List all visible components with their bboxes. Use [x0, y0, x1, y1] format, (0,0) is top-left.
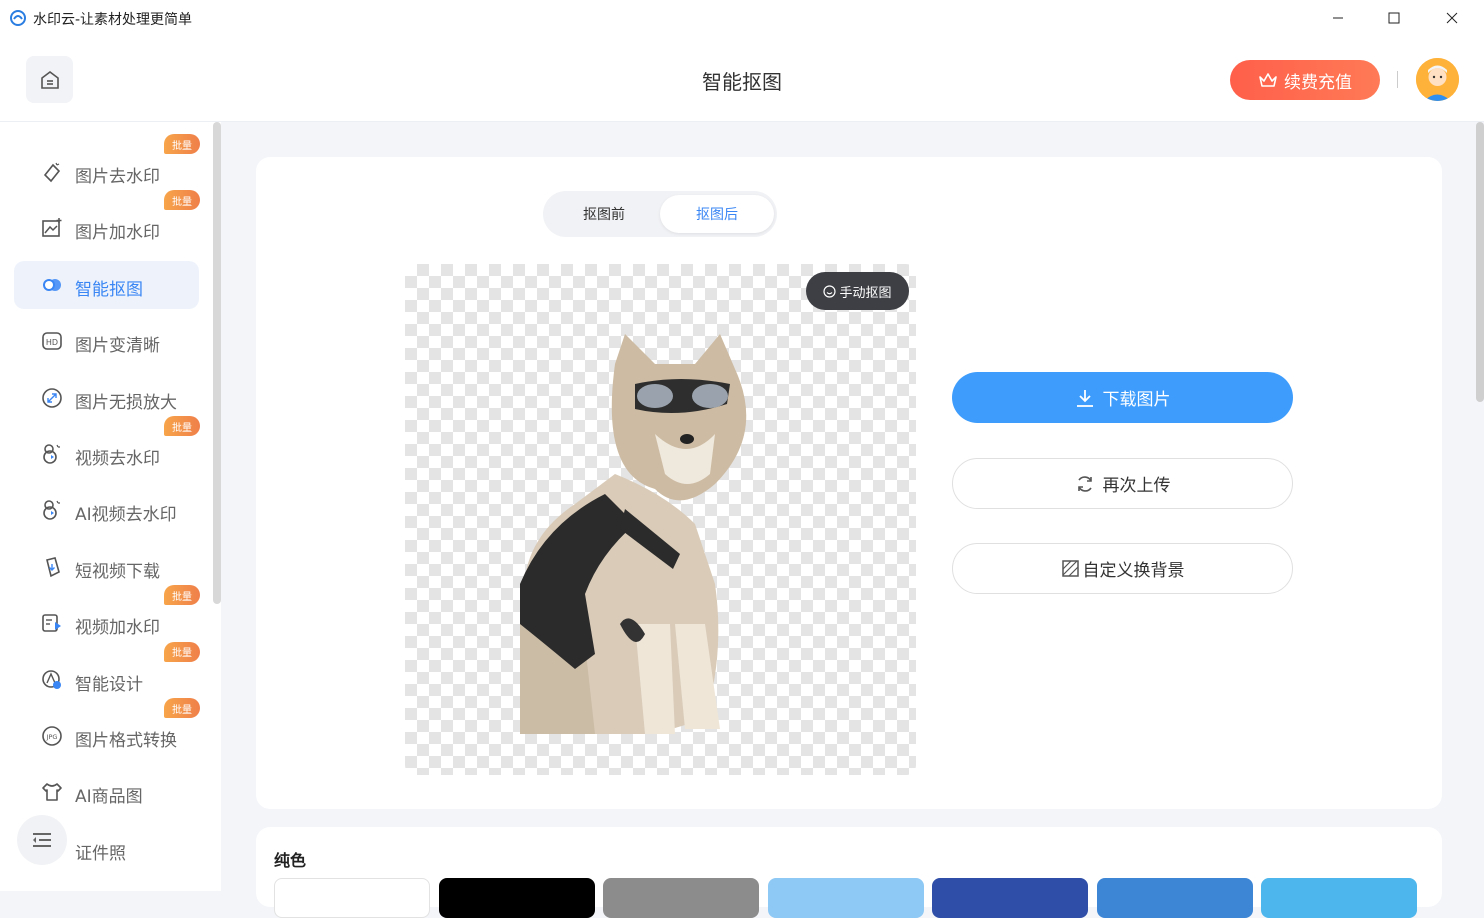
color-swatch[interactable] — [274, 878, 430, 918]
color-swatch[interactable] — [767, 878, 924, 918]
sidebar-item-12[interactable]: AI商品图 — [14, 768, 199, 816]
menu-collapse-icon — [33, 833, 51, 847]
background-edit-icon — [1061, 559, 1079, 577]
ai-video-icon — [43, 500, 60, 521]
sidebar-item-9[interactable]: 视频加水印 批量 — [14, 585, 200, 647]
sidebar-item-label: 短视频下载 — [75, 561, 160, 582]
maximize-button[interactable] — [1366, 0, 1422, 36]
sidebar-item-4[interactable]: HD 图片变清晰 — [14, 317, 199, 365]
download-image-label: 下载图片 — [1102, 390, 1171, 410]
sidebar: 图片去水印 批量 图片加水印 批量 智能抠图 HD 图片变清晰 图片无损放大 视频去水印 批量 AI… — [0, 122, 221, 891]
sidebar-item-11[interactable]: JPG 图片格式转换 批量 — [14, 698, 200, 760]
image-add-icon — [42, 218, 62, 238]
close-icon — [1446, 12, 1458, 24]
download-icon — [1076, 389, 1093, 407]
crown-icon — [1259, 73, 1277, 87]
collapse-sidebar-button[interactable] — [17, 815, 67, 865]
sidebar-item-label: 图片去水印 — [75, 167, 160, 187]
sidebar-item-label: 视频加水印 — [75, 618, 160, 639]
batch-badge: 批量 — [164, 190, 200, 211]
header: 智能抠图 续费充值 — [0, 36, 1484, 122]
maximize-icon — [1388, 12, 1400, 24]
header-divider — [1397, 71, 1398, 88]
sidebar-item-label: 图片加水印 — [75, 223, 160, 244]
hd-icon: HD — [42, 332, 62, 350]
sidebar-item-3[interactable]: 智能抠图 — [14, 260, 199, 309]
custom-background-button[interactable]: 自定义换背景 — [952, 543, 1293, 594]
sidebar-item-label: 智能设计 — [75, 674, 143, 695]
color-swatch[interactable] — [1261, 878, 1417, 918]
avatar[interactable] — [1416, 58, 1459, 101]
batch-badge: 批量 — [164, 585, 200, 606]
svg-text:HD: HD — [46, 338, 58, 347]
reupload-button[interactable]: 再次上传 — [952, 458, 1293, 509]
sidebar-item-label: AI视频去水印 — [75, 505, 177, 526]
reupload-label: 再次上传 — [1102, 476, 1171, 496]
minimize-icon — [1333, 17, 1343, 19]
download-video-icon — [46, 556, 60, 577]
renew-vip-label: 续费充值 — [1284, 72, 1352, 93]
eraser-icon — [43, 162, 61, 183]
manual-cutout-button[interactable]: 手动抠图 — [806, 272, 909, 310]
sidebar-item-label: 图片格式转换 — [75, 731, 177, 751]
refresh-icon — [1077, 475, 1092, 492]
color-swatch[interactable] — [603, 878, 759, 918]
app-logo-icon — [10, 10, 26, 26]
color-swatch[interactable] — [438, 878, 595, 918]
tab-after[interactable]: 抠图后 — [660, 195, 774, 233]
design-icon — [42, 669, 61, 689]
sidebar-item-label: 视频去水印 — [75, 449, 160, 469]
sidebar-item-label: 图片无损放大 — [75, 392, 177, 413]
avatar-icon — [1416, 58, 1459, 101]
sidebar-item-1[interactable]: 图片去水印 批量 — [14, 134, 200, 196]
title-bar: 水印云-让素材处理更简单 — [0, 0, 1484, 36]
smile-icon — [823, 284, 837, 298]
sidebar-item-2[interactable]: 图片加水印 批量 — [14, 190, 200, 252]
color-swatch[interactable] — [932, 878, 1088, 918]
jpg-icon: JPG — [42, 726, 62, 746]
shirt-icon — [42, 783, 62, 802]
sidebar-item-label: 图片变清晰 — [75, 336, 160, 357]
custom-background-label: 自定义换背景 — [1082, 561, 1185, 581]
batch-badge: 批量 — [164, 698, 200, 718]
manual-cutout-label: 手动抠图 — [839, 285, 892, 301]
sidebar-item-8[interactable]: 短视频下载 — [14, 543, 199, 591]
sidebar-item-label: 智能抠图 — [75, 279, 143, 300]
batch-badge: 批量 — [164, 134, 200, 154]
window-title: 水印云-让素材处理更简单 — [33, 12, 193, 28]
minimize-button[interactable] — [1310, 0, 1366, 36]
renew-vip-button[interactable]: 续费充值 — [1230, 60, 1380, 100]
cutout-icon — [43, 278, 61, 291]
before-after-toggle: 抠图前 抠图后 — [543, 191, 777, 237]
close-button[interactable] — [1424, 0, 1480, 36]
video-add-icon — [42, 614, 61, 632]
sidebar-item-label: 证件照 — [75, 843, 126, 864]
sidebar-item-5[interactable]: 图片无损放大 — [14, 374, 199, 422]
sidebar-item-10[interactable]: 智能设计 批量 — [14, 641, 200, 704]
sidebar-item-6[interactable]: 视频去水印 批量 — [14, 416, 200, 478]
batch-badge: 批量 — [164, 641, 200, 662]
download-image-button[interactable]: 下载图片 — [952, 372, 1293, 423]
cutout-panel: 抠图前 抠图后 手动抠图 下载图片 再次上传 自定义换背景 — [256, 157, 1442, 809]
sidebar-item-label: AI商品图 — [75, 787, 143, 808]
expand-icon — [42, 387, 62, 408]
result-preview: 手动抠图 — [405, 264, 916, 775]
sidebar-item-7[interactable]: AI视频去水印 — [14, 486, 199, 534]
tab-before[interactable]: 抠图前 — [547, 195, 661, 233]
cutout-dog-image — [520, 334, 747, 734]
batch-badge: 批量 — [164, 416, 200, 436]
color-swatch[interactable] — [1096, 878, 1253, 918]
main-scrollbar[interactable] — [1476, 122, 1484, 402]
solid-color-title: 纯色 — [274, 851, 307, 870]
solid-color-panel: 纯色 — [256, 827, 1442, 918]
sidebar-scrollbar[interactable] — [213, 122, 221, 604]
video-eraser-icon — [43, 444, 60, 464]
svg-text:JPG: JPG — [46, 733, 58, 741]
